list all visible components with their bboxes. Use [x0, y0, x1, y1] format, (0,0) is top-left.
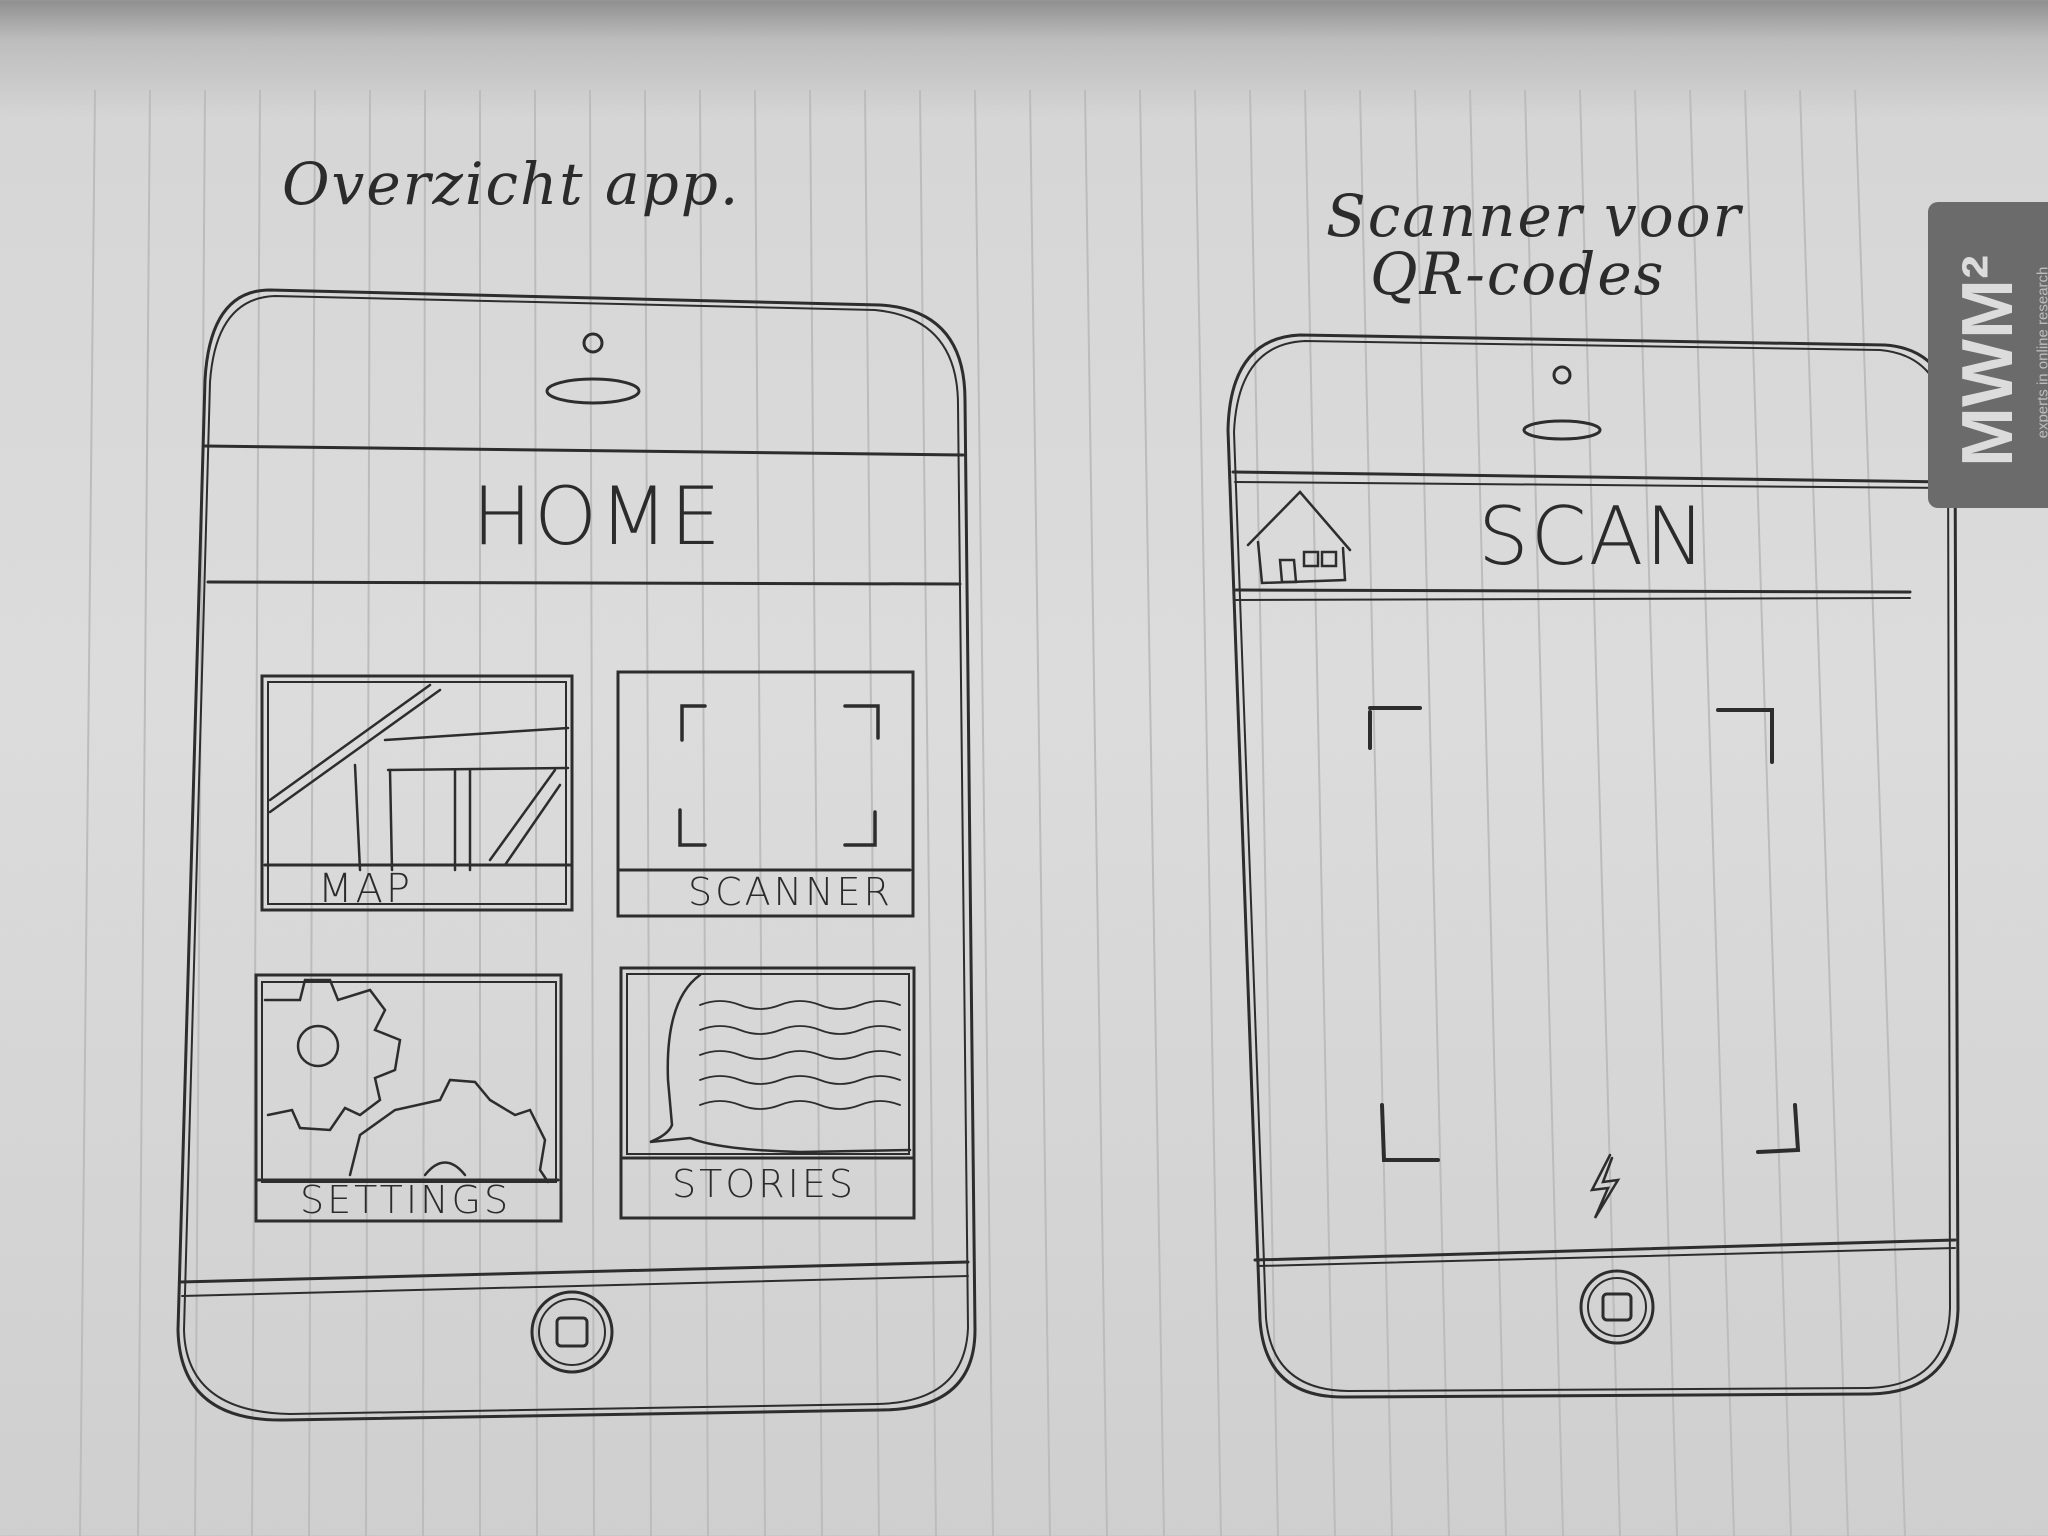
- house-icon[interactable]: [1246, 490, 1352, 585]
- stories-tile-label: STORIES: [672, 1162, 856, 1206]
- phone-outline-home: [176, 288, 977, 1422]
- scan-hardware-button[interactable]: [1579, 1269, 1655, 1345]
- speech-bubble-icon: [649, 973, 912, 1154]
- scanner-tile-label: SCANNER: [688, 870, 893, 914]
- map-icon: [268, 683, 570, 872]
- speaker-icon: [545, 377, 641, 405]
- map-tile-label: MAP: [318, 866, 413, 912]
- lightning-icon[interactable]: [1589, 1153, 1621, 1219]
- mwm2-logo: MWM² experts in online research: [1928, 202, 2048, 508]
- scanner-caption-line2: QR-codes: [1370, 240, 1666, 308]
- camera-icon: [582, 332, 604, 354]
- gears-icon: [263, 978, 550, 1184]
- map-tile[interactable]: [260, 674, 574, 912]
- camera-icon: [1552, 365, 1572, 385]
- home-header-title: HOME: [472, 470, 723, 563]
- home-hardware-button[interactable]: [530, 1290, 614, 1374]
- settings-tile-label: SETTINGS: [300, 1178, 512, 1222]
- scanner-frame-icon: [678, 704, 880, 847]
- scan-header-title: SCAN: [1478, 490, 1708, 583]
- logo-tagline: experts in online research: [2034, 266, 2048, 439]
- logo-mark: MWM²: [1948, 255, 2028, 467]
- overview-caption: Overzicht app.: [282, 150, 741, 218]
